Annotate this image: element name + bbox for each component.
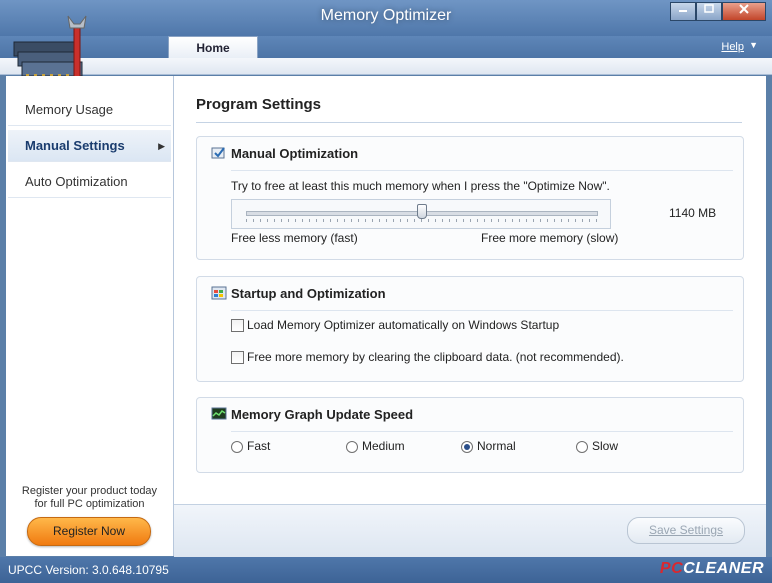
group-header: Manual Optimization [211,145,358,161]
window-controls [670,2,766,21]
manual-description: Try to free at least this much memory wh… [231,179,610,193]
slider-max-label: Free more memory (slow) [481,231,619,245]
sidebar-item-auto-optimization[interactable]: Auto Optimization [8,166,171,198]
title-bar[interactable]: Memory Optimizer [0,0,772,36]
speed-medium-label[interactable]: Medium [362,439,405,453]
clear-clipboard-checkbox[interactable] [231,351,244,364]
group-divider [231,431,733,432]
save-settings-button[interactable]: Save Settings [627,517,745,544]
memory-check-icon [211,147,225,159]
title-divider [196,122,742,123]
windows-startup-icon [211,286,227,300]
window-title: Memory Optimizer [320,7,452,24]
group-divider [231,170,733,171]
tab-strip [0,36,772,58]
close-button[interactable] [722,2,766,21]
help-link[interactable]: Help [721,41,744,53]
register-text-line-1: Register your product today [21,485,158,497]
speed-normal-label[interactable]: Normal [477,439,516,453]
sidebar-item-label: Auto Optimization [25,174,128,189]
maximize-icon [704,4,714,13]
startup-optimization-group: Startup and Optimization Load Memory Opt… [196,276,744,382]
action-bar: Save Settings [174,504,766,557]
group-title: Manual Optimization [231,145,359,161]
speed-fast-radio[interactable] [231,441,243,453]
memory-value-readout: 1140 MB [669,206,717,220]
version-text: UPCC Version: 3.0.648.10795 [8,563,169,577]
sidebar-item-memory-usage[interactable]: Memory Usage [8,94,171,126]
brand-pc: PC [659,560,684,577]
chevron-right-icon: ▶ [158,141,165,151]
register-promo-text: Register your product today for full PC … [6,485,173,511]
speed-medium-radio[interactable] [346,441,358,453]
slider-thumb[interactable] [417,204,427,219]
page-title: Program Settings [196,96,322,113]
slider-min-label: Free less memory (fast) [231,231,358,245]
help-dropdown-arrow-icon[interactable]: ▼ [749,40,758,50]
ribbon-bar [0,58,772,75]
close-icon [739,4,749,14]
group-header: Startup and Optimization [211,285,386,301]
startup-load-label[interactable]: Load Memory Optimizer automatically on W… [247,318,559,332]
sidebar: Memory Usage Manual Settings ▶ Auto Opti… [6,76,174,556]
status-bar: UPCC Version: 3.0.648.10795 PCCLEANER [0,557,772,583]
speed-normal-radio[interactable] [461,441,473,453]
tab-home[interactable]: Home [168,36,258,59]
group-title: Memory Graph Update Speed [231,406,414,422]
minimize-button[interactable] [670,2,696,21]
startup-load-checkbox[interactable] [231,319,244,332]
manual-optimization-group: Manual Optimization Try to free at least… [196,136,744,260]
graph-monitor-icon [211,407,227,420]
sidebar-item-manual-settings[interactable]: Manual Settings ▶ [8,130,171,162]
group-divider [231,310,733,311]
brand-name: CLEANER [683,560,764,577]
maximize-button[interactable] [696,2,722,21]
graph-speed-group: Memory Graph Update Speed Fast Medium No… [196,397,744,473]
main-content: Program Settings Manual Optimization Try… [174,76,766,504]
pc-cleaner-logo: PCCLEANER [660,560,764,578]
minimize-icon [679,10,687,12]
register-text-line-2: for full PC optimization [34,498,145,510]
speed-fast-label[interactable]: Fast [247,439,270,453]
group-title: Startup and Optimization [231,285,386,301]
speed-slow-radio[interactable] [576,441,588,453]
slider-ticks [246,219,598,222]
speed-slow-label[interactable]: Slow [592,439,618,453]
clear-clipboard-label[interactable]: Free more memory by clearing the clipboa… [247,350,624,364]
memory-amount-slider[interactable] [231,199,611,229]
group-header: Memory Graph Update Speed [211,406,413,422]
register-now-button[interactable]: Register Now [27,517,151,546]
sidebar-item-label: Memory Usage [25,102,114,117]
sidebar-item-label: Manual Settings [25,138,125,153]
